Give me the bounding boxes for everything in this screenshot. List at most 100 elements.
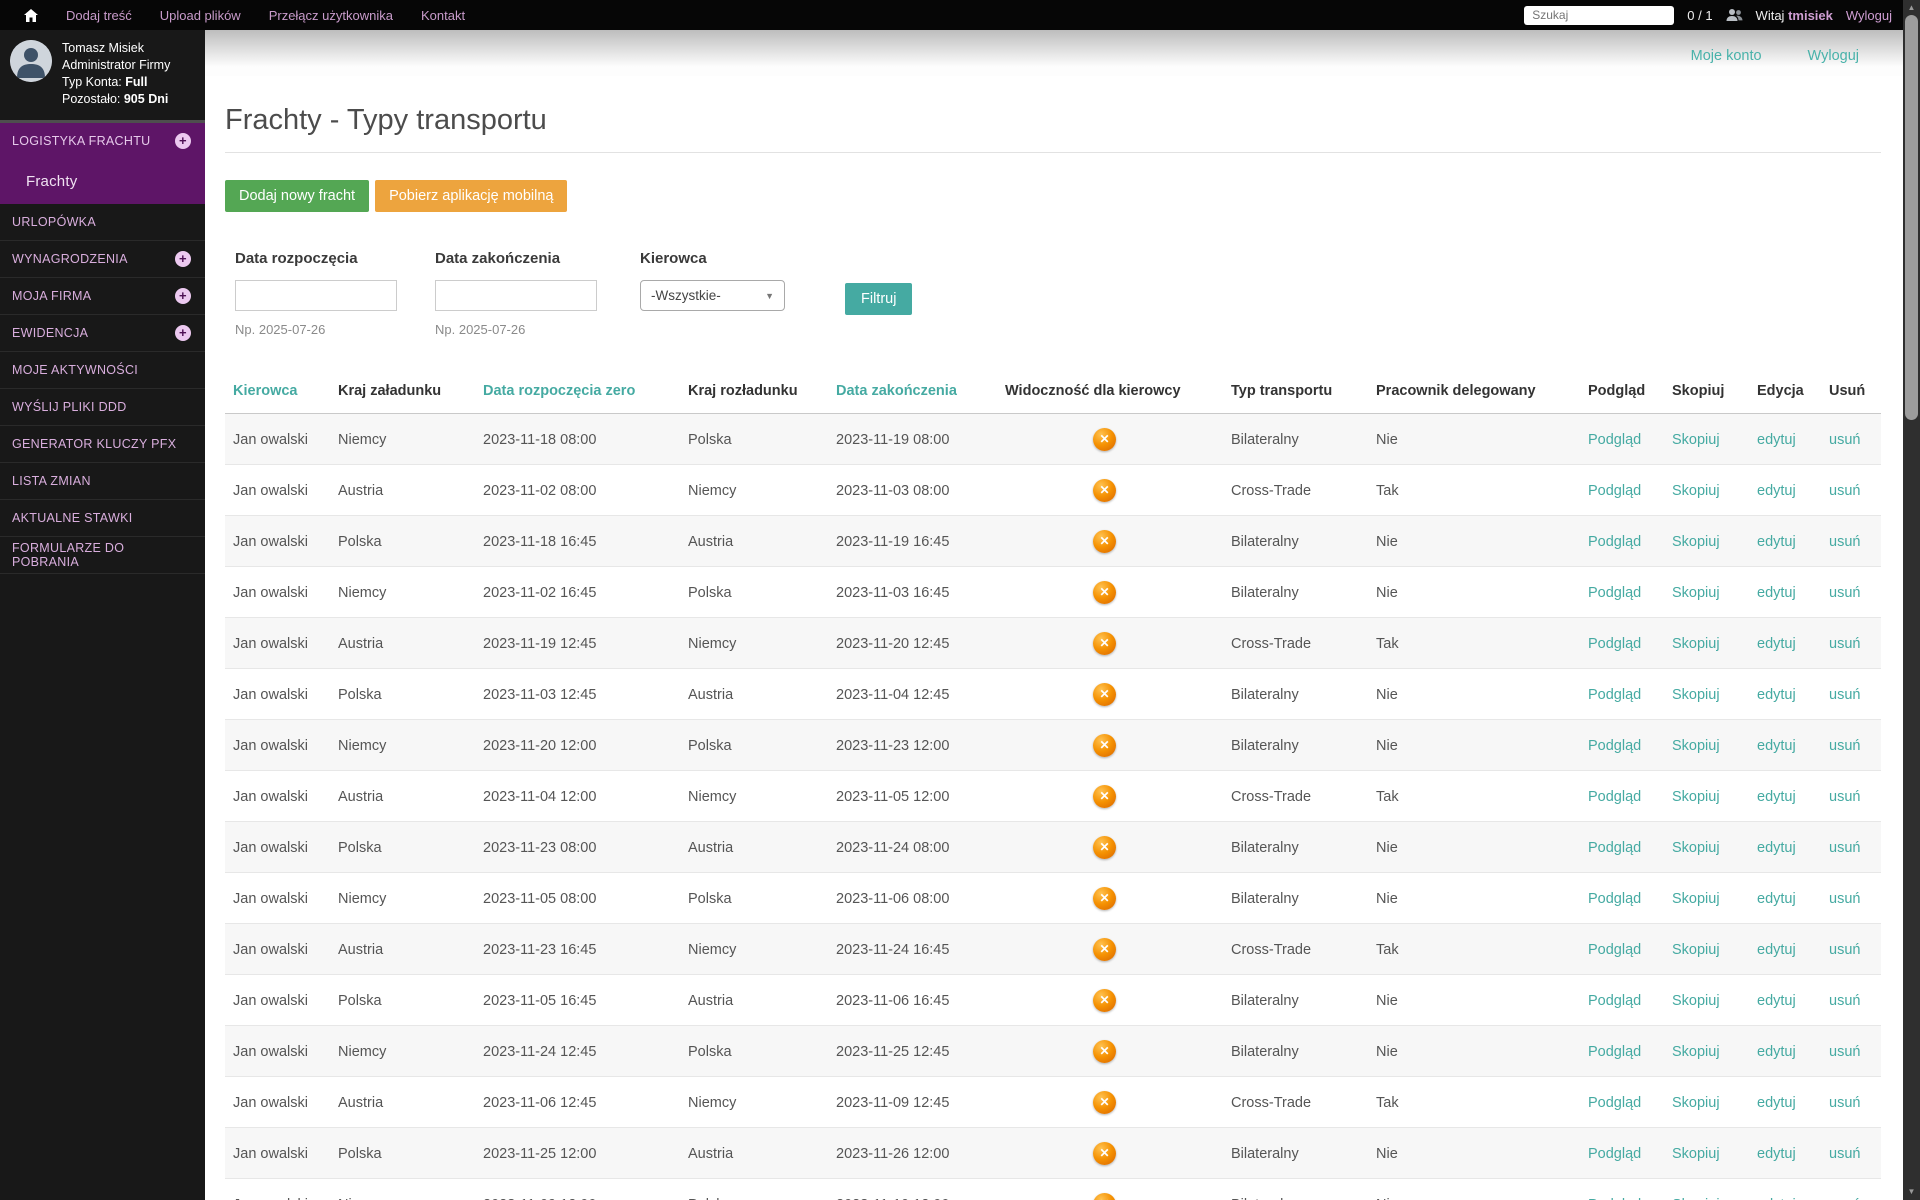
copy-link[interactable]: Skopiuj — [1672, 687, 1720, 703]
preview-link[interactable]: Podgląd — [1588, 789, 1641, 805]
delete-link[interactable]: usuń — [1829, 432, 1860, 448]
delete-link[interactable]: usuń — [1829, 483, 1860, 499]
sort-link-data-rozpocz-cia-zero[interactable]: Data rozpoczęcia zero — [483, 383, 635, 399]
edit-link[interactable]: edytuj — [1757, 1146, 1796, 1162]
edit-link[interactable]: edytuj — [1757, 891, 1796, 907]
copy-link[interactable]: Skopiuj — [1672, 840, 1720, 856]
sidebar-item-lista-zmian[interactable]: LISTA ZMIAN — [0, 463, 205, 500]
visibility-hidden-icon[interactable]: ✕ — [1093, 938, 1116, 961]
edit-link[interactable]: edytuj — [1757, 789, 1796, 805]
sidebar-item-formularze-do-pobrania[interactable]: FORMULARZE DO POBRANIA — [0, 537, 205, 574]
visibility-hidden-icon[interactable]: ✕ — [1093, 989, 1116, 1012]
sidebar-subitem-frachty[interactable]: Frachty — [0, 159, 205, 204]
visibility-hidden-icon[interactable]: ✕ — [1093, 1091, 1116, 1114]
visibility-hidden-icon[interactable]: ✕ — [1093, 530, 1116, 553]
preview-link[interactable]: Podgląd — [1588, 942, 1641, 958]
visibility-hidden-icon[interactable]: ✕ — [1093, 1040, 1116, 1063]
add-freight-button[interactable]: Dodaj nowy fracht — [225, 180, 370, 212]
sidebar-item-logistyka-frachtu[interactable]: LOGISTYKA FRACHTU + — [0, 122, 205, 160]
copy-link[interactable]: Skopiuj — [1672, 1146, 1720, 1162]
sidebar-item-ewidencja[interactable]: EWIDENCJA + — [0, 315, 205, 352]
preview-link[interactable]: Podgląd — [1588, 1146, 1641, 1162]
expand-plus-icon[interactable]: + — [175, 250, 191, 267]
delete-link[interactable]: usuń — [1829, 1146, 1860, 1162]
menu-upload-files[interactable]: Upload plików — [160, 8, 241, 23]
delete-link[interactable]: usuń — [1829, 1044, 1860, 1060]
copy-link[interactable]: Skopiuj — [1672, 636, 1720, 652]
copy-link[interactable]: Skopiuj — [1672, 993, 1720, 1009]
delete-link[interactable]: usuń — [1829, 993, 1860, 1009]
edit-link[interactable]: edytuj — [1757, 993, 1796, 1009]
delete-link[interactable]: usuń — [1829, 636, 1860, 652]
copy-link[interactable]: Skopiuj — [1672, 432, 1720, 448]
delete-link[interactable]: usuń — [1829, 534, 1860, 550]
visibility-hidden-icon[interactable]: ✕ — [1093, 581, 1116, 604]
copy-link[interactable]: Skopiuj — [1672, 942, 1720, 958]
copy-link[interactable]: Skopiuj — [1672, 738, 1720, 754]
start-date-input[interactable] — [235, 280, 397, 311]
copy-link[interactable]: Skopiuj — [1672, 1044, 1720, 1060]
edit-link[interactable]: edytuj — [1757, 687, 1796, 703]
logout-link-band[interactable]: Wyloguj — [1808, 48, 1859, 64]
visibility-hidden-icon[interactable]: ✕ — [1093, 479, 1116, 502]
sidebar-item-aktualne-stawki[interactable]: AKTUALNE STAWKI — [0, 500, 205, 537]
vertical-scrollbar[interactable]: ▲ ▼ — [1903, 0, 1920, 1200]
filter-button[interactable]: Filtruj — [845, 283, 913, 315]
driver-select[interactable]: -Wszystkie- ▼ — [640, 280, 785, 311]
end-date-input[interactable] — [435, 280, 597, 311]
search-input[interactable] — [1524, 5, 1675, 25]
copy-link[interactable]: Skopiuj — [1672, 891, 1720, 907]
edit-link[interactable]: edytuj — [1757, 636, 1796, 652]
expand-plus-icon[interactable]: + — [175, 287, 191, 304]
menu-switch-user[interactable]: Przełącz użytkownika — [269, 8, 393, 23]
delete-link[interactable]: usuń — [1829, 738, 1860, 754]
visibility-hidden-icon[interactable]: ✕ — [1093, 428, 1116, 451]
menu-add-content[interactable]: Dodaj treść — [66, 8, 132, 23]
delete-link[interactable]: usuń — [1829, 789, 1860, 805]
visibility-hidden-icon[interactable]: ✕ — [1093, 836, 1116, 859]
scroll-up-icon[interactable]: ▲ — [1903, 1, 1920, 14]
sidebar-item-wy-lij-pliki-ddd[interactable]: WYŚLIJ PLIKI DDD — [0, 389, 205, 426]
preview-link[interactable]: Podgląd — [1588, 534, 1641, 550]
visibility-hidden-icon[interactable]: ✕ — [1093, 1142, 1116, 1165]
sort-link-kierowca[interactable]: Kierowca — [233, 383, 297, 399]
copy-link[interactable]: Skopiuj — [1672, 585, 1720, 601]
preview-link[interactable]: Podgląd — [1588, 1044, 1641, 1060]
logout-link-topbar[interactable]: Wyloguj — [1846, 8, 1892, 23]
menu-contact[interactable]: Kontakt — [421, 8, 465, 23]
sidebar-item-wynagrodzenia[interactable]: WYNAGRODZENIA + — [0, 241, 205, 278]
delete-link[interactable]: usuń — [1829, 1095, 1860, 1111]
edit-link[interactable]: edytuj — [1757, 1197, 1796, 1200]
preview-link[interactable]: Podgląd — [1588, 993, 1641, 1009]
sidebar-item-moje-aktywno-ci[interactable]: MOJE AKTYWNOŚCI — [0, 352, 205, 389]
visibility-hidden-icon[interactable]: ✕ — [1093, 785, 1116, 808]
preview-link[interactable]: Podgląd — [1588, 738, 1641, 754]
preview-link[interactable]: Podgląd — [1588, 687, 1641, 703]
delete-link[interactable]: usuń — [1829, 1197, 1860, 1200]
delete-link[interactable]: usuń — [1829, 687, 1860, 703]
expand-plus-icon[interactable]: + — [175, 132, 191, 149]
edit-link[interactable]: edytuj — [1757, 432, 1796, 448]
delete-link[interactable]: usuń — [1829, 891, 1860, 907]
edit-link[interactable]: edytuj — [1757, 840, 1796, 856]
edit-link[interactable]: edytuj — [1757, 1095, 1796, 1111]
preview-link[interactable]: Podgląd — [1588, 585, 1641, 601]
preview-link[interactable]: Podgląd — [1588, 636, 1641, 652]
sidebar-item-generator-kluczy-pfx[interactable]: GENERATOR KLUCZY PFX — [0, 426, 205, 463]
sidebar-item-moja-firma[interactable]: MOJA FIRMA + — [0, 278, 205, 315]
edit-link[interactable]: edytuj — [1757, 1044, 1796, 1060]
visibility-hidden-icon[interactable]: ✕ — [1093, 887, 1116, 910]
visibility-hidden-icon[interactable]: ✕ — [1093, 632, 1116, 655]
scrollbar-thumb[interactable] — [1905, 15, 1918, 420]
preview-link[interactable]: Podgląd — [1588, 1095, 1641, 1111]
copy-link[interactable]: Skopiuj — [1672, 1197, 1720, 1200]
edit-link[interactable]: edytuj — [1757, 738, 1796, 754]
sidebar-item-urlop-wka[interactable]: URLOPÓWKA — [0, 204, 205, 241]
preview-link[interactable]: Podgląd — [1588, 840, 1641, 856]
preview-link[interactable]: Podgląd — [1588, 891, 1641, 907]
copy-link[interactable]: Skopiuj — [1672, 534, 1720, 550]
preview-link[interactable]: Podgląd — [1588, 1197, 1641, 1200]
copy-link[interactable]: Skopiuj — [1672, 1095, 1720, 1111]
delete-link[interactable]: usuń — [1829, 585, 1860, 601]
delete-link[interactable]: usuń — [1829, 942, 1860, 958]
